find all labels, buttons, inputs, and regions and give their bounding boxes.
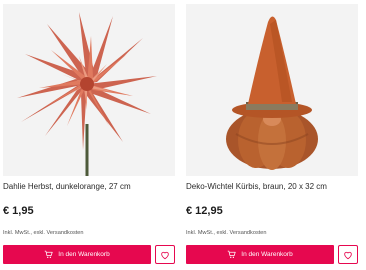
product-price: € 1,95 [3,205,34,217]
wishlist-button[interactable] [338,245,358,264]
add-to-cart-button[interactable]: In den Warenkorb [3,245,151,264]
cart-icon [45,250,53,258]
product-card[interactable]: Dahlie Herbst, dunkelorange, 27 cm € 1,9… [0,0,178,270]
add-to-cart-label: In den Warenkorb [241,251,293,258]
dahlia-flower-image [3,4,175,176]
product-card[interactable]: Deko-Wichtel Kürbis, braun, 20 x 32 cm €… [183,0,361,270]
wishlist-button[interactable] [155,245,175,264]
product-image[interactable] [186,4,358,176]
heart-icon [344,251,352,259]
add-to-cart-button[interactable]: In den Warenkorb [186,245,334,264]
product-title[interactable]: Deko-Wichtel Kürbis, braun, 20 x 32 cm [186,181,358,192]
product-grid: Dahlie Herbst, dunkelorange, 27 cm € 1,9… [0,0,366,270]
product-price: € 12,95 [186,205,223,217]
shipping-note: Inkl. MwSt., exkl. Versandkosten [3,230,84,236]
add-to-cart-label: In den Warenkorb [58,251,110,258]
heart-icon [161,251,169,259]
cart-icon [228,250,236,258]
product-title[interactable]: Dahlie Herbst, dunkelorange, 27 cm [3,181,175,192]
pumpkin-gnome-image [186,4,358,176]
shipping-note: Inkl. MwSt., exkl. Versandkosten [186,230,267,236]
product-image[interactable] [3,4,175,176]
